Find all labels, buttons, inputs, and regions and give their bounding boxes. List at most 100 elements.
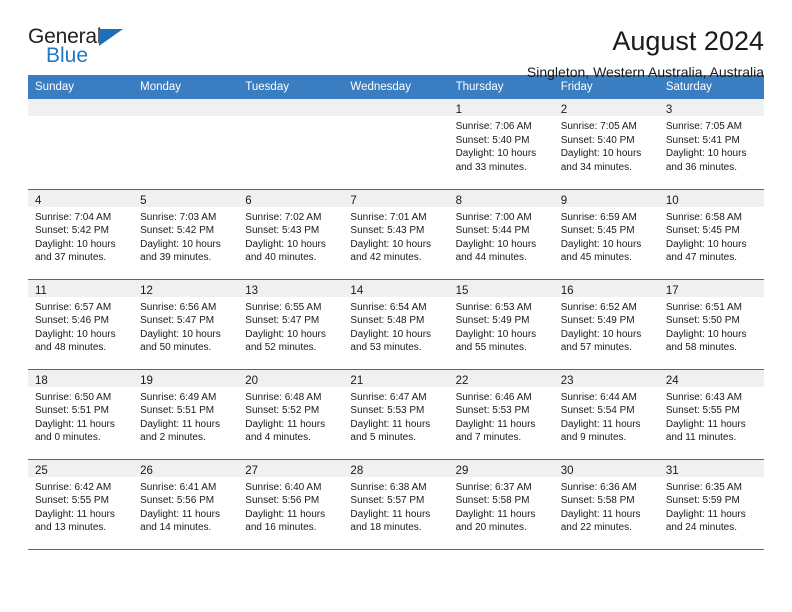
daylight-duration-line1: Daylight: 10 hours [455,328,537,340]
calendar-day-cell[interactable]: 25 Sunrise: 6:42 AM Sunset: 5:55 PM Dayligh… [28,459,134,550]
calendar-day-cell[interactable]: 30 Sunrise: 6:36 AM Sunset: 5:58 PM Dayligh… [553,459,659,550]
sunrise-time: Sunrise: 6:36 AM [560,481,637,493]
day-number-bar: 19 [133,369,239,387]
calendar-day-cell[interactable]: 8 Sunrise: 7:00 AM Sunset: 5:44 PM Daylight… [448,189,554,280]
daylight-duration-line2: and 24 minutes. [665,522,738,534]
day-number-bar: 15 [448,279,554,297]
day-number: 31 [665,464,679,477]
daylight-duration-line2: and 42 minutes. [350,252,422,264]
calendar-day-cell[interactable]: 3 Sunrise: 7:05 AM Sunset: 5:41 PM Daylight… [658,99,764,190]
calendar-day-cell[interactable]: 14 Sunrise: 6:54 AM Sunset: 5:48 PM Dayligh… [343,279,449,370]
daylight-duration-line1: Daylight: 10 hours [350,238,432,250]
calendar-day-cell[interactable]: 17 Sunrise: 6:51 AM Sunset: 5:50 PM Dayligh… [658,279,764,370]
daylight-duration-line2: and 52 minutes. [245,342,317,354]
calendar-body: 1 Sunrise: 7:06 AM Sunset: 5:40 PM Daylight… [28,99,764,550]
calendar-day-cell[interactable]: 15 Sunrise: 6:53 AM Sunset: 5:49 PM Dayligh… [448,279,554,370]
daylight-duration-line2: and 16 minutes. [245,522,317,534]
calendar-day-cell[interactable]: 5 Sunrise: 7:03 AM Sunset: 5:42 PM Daylight… [133,189,239,280]
day-cell-inner: 23 Sunrise: 6:44 AM Sunset: 5:54 PM Dayligh… [553,369,659,459]
day-number: 21 [350,374,364,387]
daylight-duration-line2: and 7 minutes. [455,432,522,444]
sunrise-time: Sunrise: 6:53 AM [455,301,532,313]
daylight-duration-line1: Daylight: 10 hours [350,328,432,340]
day-number: 1 [455,104,462,116]
calendar-day-cell[interactable]: 28 Sunrise: 6:38 AM Sunset: 5:57 PM Dayligh… [343,459,449,550]
calendar-week-row: 18 Sunrise: 6:50 AM Sunset: 5:51 PM Dayligh… [28,369,764,460]
sunrise-time: Sunrise: 6:52 AM [560,301,637,313]
day-sun-info: Sunrise: 7:00 AM Sunset: 5:44 PM Daylight:… [449,207,554,265]
calendar-day-cell[interactable]: 13 Sunrise: 6:55 AM Sunset: 5:47 PM Dayligh… [238,279,344,370]
calendar-day-cell[interactable]: 16 Sunrise: 6:52 AM Sunset: 5:49 PM Dayligh… [553,279,659,370]
day-sun-info: Sunrise: 6:42 AM Sunset: 5:55 PM Daylight:… [28,477,133,535]
day-sun-info: Sunrise: 6:53 AM Sunset: 5:49 PM Daylight:… [449,297,554,355]
calendar-day-cell[interactable]: 6 Sunrise: 7:02 AM Sunset: 5:43 PM Daylight… [238,189,344,280]
sunrise-time: Sunrise: 7:00 AM [455,211,532,223]
day-number-bar: 29 [448,459,554,477]
day-number-bar: 11 [28,279,134,297]
calendar-day-cell[interactable]: 4 Sunrise: 7:04 AM Sunset: 5:42 PM Daylight… [28,189,134,280]
calendar-day-cell[interactable]: 12 Sunrise: 6:56 AM Sunset: 5:47 PM Dayligh… [133,279,239,370]
calendar-day-cell[interactable]: 1 Sunrise: 7:06 AM Sunset: 5:40 PM Daylight… [448,99,554,190]
daylight-duration-line1: Daylight: 11 hours [665,418,746,430]
day-number-bar: 8 [448,189,554,207]
daylight-duration-line2: and 39 minutes. [140,252,212,264]
day-cell-inner: 5 Sunrise: 7:03 AM Sunset: 5:42 PM Daylight… [133,189,239,279]
calendar-week-row: 11 Sunrise: 6:57 AM Sunset: 5:46 PM Dayligh… [28,279,764,370]
calendar-page: General Blue August 2024 Singleton, West… [0,0,792,612]
day-sun-info: Sunrise: 6:35 AM Sunset: 5:59 PM Daylight:… [659,477,764,535]
day-number-bar [133,99,239,116]
daylight-duration-line2: and 37 minutes. [35,252,107,264]
sunset-time: Sunset: 5:40 PM [560,134,635,146]
day-sun-info: Sunrise: 6:36 AM Sunset: 5:58 PM Daylight:… [554,477,659,535]
day-number: 25 [35,464,48,477]
calendar-day-cell[interactable]: 9 Sunrise: 6:59 AM Sunset: 5:45 PM Daylight… [553,189,659,280]
sunrise-time: Sunrise: 6:48 AM [245,391,322,403]
sunset-time: Sunset: 5:56 PM [140,495,215,507]
day-number: 24 [665,374,679,387]
sunrise-time: Sunrise: 6:58 AM [665,211,742,223]
general-blue-logo[interactable]: General Blue [28,26,148,72]
day-cell-inner: 15 Sunrise: 6:53 AM Sunset: 5:49 PM Dayligh… [448,279,554,369]
daylight-duration-line2: and 36 minutes. [665,161,738,173]
calendar-day-cell[interactable]: 23 Sunrise: 6:44 AM Sunset: 5:54 PM Dayligh… [553,369,659,460]
calendar-day-cell[interactable]: 2 Sunrise: 7:05 AM Sunset: 5:40 PM Daylight… [553,99,659,190]
daylight-duration-line2: and 44 minutes. [455,252,527,264]
day-sun-info: Sunrise: 6:47 AM Sunset: 5:53 PM Daylight:… [343,387,448,445]
daylight-duration-line2: and 53 minutes. [350,342,422,354]
calendar-day-cell[interactable]: 20 Sunrise: 6:48 AM Sunset: 5:52 PM Dayligh… [238,369,344,460]
calendar-day-cell[interactable]: 11 Sunrise: 6:57 AM Sunset: 5:46 PM Dayligh… [28,279,134,370]
daylight-duration-line2: and 5 minutes. [350,432,417,444]
weekday-header-monday: Monday [133,75,239,99]
calendar-day-cell[interactable]: 29 Sunrise: 6:37 AM Sunset: 5:58 PM Dayligh… [448,459,554,550]
calendar-day-cell[interactable]: 31 Sunrise: 6:35 AM Sunset: 5:59 PM Dayligh… [658,459,764,550]
daylight-duration-line2: and 0 minutes. [35,432,101,444]
day-number-bar: 5 [133,189,239,207]
day-number: 26 [140,464,153,477]
sunrise-time: Sunrise: 6:56 AM [140,301,217,313]
daylight-duration-line1: Daylight: 11 hours [455,508,536,520]
day-number-bar: 10 [658,189,764,207]
sunset-time: Sunset: 5:44 PM [455,225,530,237]
daylight-duration-line1: Daylight: 10 hours [665,238,747,250]
calendar-day-cell[interactable]: 18 Sunrise: 6:50 AM Sunset: 5:51 PM Dayligh… [28,369,134,460]
day-cell-inner: 9 Sunrise: 6:59 AM Sunset: 5:45 PM Daylight… [553,189,659,279]
calendar-day-cell[interactable]: 10 Sunrise: 6:58 AM Sunset: 5:45 PM Dayligh… [658,189,764,280]
calendar-day-cell[interactable]: 24 Sunrise: 6:43 AM Sunset: 5:55 PM Dayligh… [658,369,764,460]
calendar-day-cell[interactable]: 7 Sunrise: 7:01 AM Sunset: 5:43 PM Daylight… [343,189,449,280]
calendar-day-cell[interactable]: 26 Sunrise: 6:41 AM Sunset: 5:56 PM Dayligh… [133,459,239,550]
day-cell-inner: 20 Sunrise: 6:48 AM Sunset: 5:52 PM Dayligh… [238,369,344,459]
day-sun-info: Sunrise: 6:52 AM Sunset: 5:49 PM Daylight:… [554,297,659,355]
day-number: 3 [665,104,673,116]
calendar-day-cell-empty [238,99,344,190]
sunset-time: Sunset: 5:53 PM [455,405,530,417]
calendar-day-cell[interactable]: 19 Sunrise: 6:49 AM Sunset: 5:51 PM Dayligh… [133,369,239,460]
daylight-duration-line2: and 48 minutes. [35,342,107,354]
page-title: August 2024 [612,26,764,56]
calendar-day-cell[interactable]: 22 Sunrise: 6:46 AM Sunset: 5:53 PM Dayligh… [448,369,554,460]
calendar-day-cell[interactable]: 21 Sunrise: 6:47 AM Sunset: 5:53 PM Dayligh… [343,369,449,460]
day-sun-info: Sunrise: 7:03 AM Sunset: 5:42 PM Daylight:… [133,207,238,265]
day-number-bar: 7 [343,189,449,207]
calendar-day-cell[interactable]: 27 Sunrise: 6:40 AM Sunset: 5:56 PM Dayligh… [238,459,344,550]
daylight-duration-line1: Daylight: 10 hours [665,328,747,340]
day-sun-info: Sunrise: 6:40 AM Sunset: 5:56 PM Daylight:… [238,477,343,535]
